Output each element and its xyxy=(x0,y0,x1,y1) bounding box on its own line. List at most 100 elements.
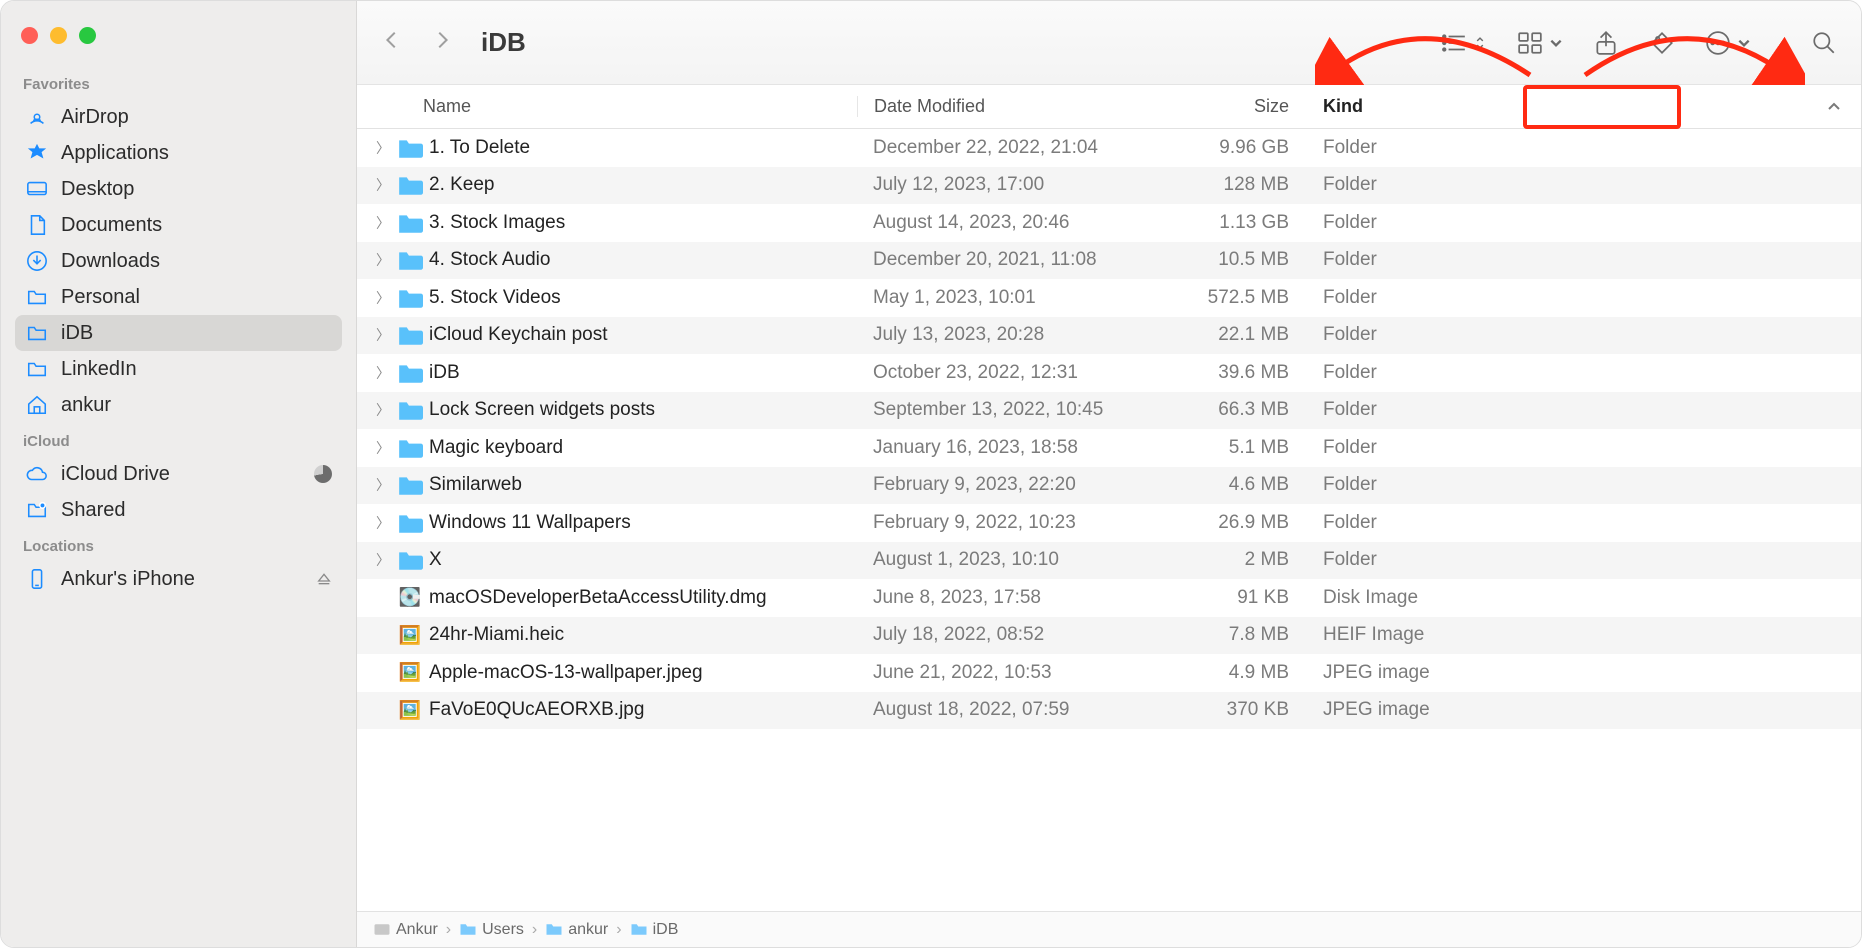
sidebar-item-label: Personal xyxy=(61,286,140,309)
sidebar-item-linkedin[interactable]: LinkedIn xyxy=(15,351,342,387)
folder-icon xyxy=(25,357,49,381)
maximize-button[interactable] xyxy=(79,27,96,44)
disclosure-icon[interactable]: 〉 xyxy=(375,550,391,570)
path-crumb[interactable]: Ankur xyxy=(373,921,438,939)
path-separator: › xyxy=(446,921,451,939)
more-button[interactable] xyxy=(1705,30,1751,56)
folder-icon xyxy=(397,324,423,346)
minimize-button[interactable] xyxy=(50,27,67,44)
file-date: May 1, 2023, 10:01 xyxy=(857,287,1157,309)
file-row[interactable]: 🖼️24hr-Miami.heic July 18, 2022, 08:52 7… xyxy=(357,617,1861,655)
file-list[interactable]: 〉1. To Delete December 22, 2022, 21:04 9… xyxy=(357,129,1861,911)
file-kind: Disk Image xyxy=(1307,587,1861,609)
file-row[interactable]: 〉iCloud Keychain post July 13, 2023, 20:… xyxy=(357,317,1861,355)
disclosure-icon[interactable]: 〉 xyxy=(375,513,391,533)
file-name: Similarweb xyxy=(429,474,522,496)
path-bar: Ankur›Users›ankur›iDB xyxy=(357,911,1861,947)
download-icon xyxy=(25,249,49,273)
column-name[interactable]: Name xyxy=(357,96,857,117)
sidebar-item-shared[interactable]: Shared xyxy=(15,492,342,528)
folder-icon xyxy=(397,249,423,271)
sidebar-item-ankur[interactable]: ankur xyxy=(15,387,342,423)
sidebar-item-airdrop[interactable]: AirDrop xyxy=(15,99,342,135)
iphone-icon xyxy=(25,567,49,591)
sidebar-item-downloads[interactable]: Downloads xyxy=(15,243,342,279)
sidebar-item-personal[interactable]: Personal xyxy=(15,279,342,315)
file-date: July 13, 2023, 20:28 xyxy=(857,324,1157,346)
file-row[interactable]: 〉X August 1, 2023, 10:10 2 MB Folder xyxy=(357,542,1861,580)
disclosure-icon[interactable]: 〉 xyxy=(375,438,391,458)
desktop-icon xyxy=(25,177,49,201)
group-button[interactable] xyxy=(1517,30,1563,56)
file-row[interactable]: 〉1. To Delete December 22, 2022, 21:04 9… xyxy=(357,129,1861,167)
column-kind[interactable]: Kind xyxy=(1307,96,1861,117)
folder-icon xyxy=(397,399,423,421)
disclosure-icon[interactable]: 〉 xyxy=(375,325,391,345)
sidebar-item-idb[interactable]: iDB xyxy=(15,315,342,351)
sidebar-item-label: Desktop xyxy=(61,178,134,201)
main-pane: iDB xyxy=(357,1,1861,947)
path-crumb[interactable]: ankur xyxy=(545,921,608,939)
path-crumb[interactable]: Users xyxy=(459,921,524,939)
path-crumb[interactable]: iDB xyxy=(630,921,679,939)
file-date: February 9, 2022, 10:23 xyxy=(857,512,1157,534)
file-row[interactable]: 〉5. Stock Videos May 1, 2023, 10:01 572.… xyxy=(357,279,1861,317)
file-row[interactable]: 〉Magic keyboard January 16, 2023, 18:58 … xyxy=(357,429,1861,467)
sidebar-item-icloud-drive[interactable]: iCloud Drive xyxy=(15,456,342,492)
sidebar-item-applications[interactable]: Applications xyxy=(15,135,342,171)
file-name: 5. Stock Videos xyxy=(429,287,561,309)
folder-icon xyxy=(397,437,423,459)
sidebar-item-label: Documents xyxy=(61,214,162,237)
close-button[interactable] xyxy=(21,27,38,44)
file-row[interactable]: 〉 Similarweb February 9, 2023, 22:20 4.6 … xyxy=(357,467,1861,505)
file-kind: Folder xyxy=(1307,287,1861,309)
file-kind: Folder xyxy=(1307,324,1861,346)
column-date[interactable]: Date Modified xyxy=(857,96,1157,117)
column-size[interactable]: Size xyxy=(1157,96,1307,117)
file-name: 2. Keep xyxy=(429,174,495,196)
disclosure-icon[interactable]: 〉 xyxy=(375,250,391,270)
cloud-icon xyxy=(25,462,49,486)
view-list-button[interactable] xyxy=(1441,30,1487,56)
sidebar-item-documents[interactable]: Documents xyxy=(15,207,342,243)
sidebar-item-ankur-s-iphone[interactable]: Ankur's iPhone xyxy=(15,561,342,597)
file-row[interactable]: 〉Lock Screen widgets posts September 13,… xyxy=(357,392,1861,430)
file-date: February 9, 2023, 22:20 xyxy=(857,474,1157,496)
eject-icon[interactable] xyxy=(316,571,332,587)
tag-button[interactable] xyxy=(1649,30,1675,56)
disclosure-icon[interactable]: 〉 xyxy=(375,175,391,195)
file-size: 4.6 MB xyxy=(1157,474,1307,496)
file-row[interactable]: 〉2. Keep July 12, 2023, 17:00 128 MB Fol… xyxy=(357,167,1861,205)
disclosure-icon[interactable]: 〉 xyxy=(375,363,391,383)
search-button[interactable] xyxy=(1811,30,1837,56)
file-kind: Folder xyxy=(1307,212,1861,234)
back-button[interactable] xyxy=(381,29,403,57)
disclosure-icon[interactable]: 〉 xyxy=(375,213,391,233)
file-size: 9.96 GB xyxy=(1157,137,1307,159)
file-row[interactable]: 〉4. Stock Audio December 20, 2021, 11:08… xyxy=(357,242,1861,280)
share-button[interactable] xyxy=(1593,30,1619,56)
file-name: 4. Stock Audio xyxy=(429,249,550,271)
file-row[interactable]: 〉iDB October 23, 2022, 12:31 39.6 MB Fol… xyxy=(357,354,1861,392)
file-row[interactable]: 〉Windows 11 Wallpapers February 9, 2022,… xyxy=(357,504,1861,542)
folder-icon xyxy=(397,212,423,234)
folder-icon xyxy=(545,922,563,938)
sidebar-item-label: Shared xyxy=(61,499,126,522)
sidebar-item-label: iDB xyxy=(61,322,93,345)
apps-icon xyxy=(25,141,49,165)
file-date: June 21, 2022, 10:53 xyxy=(857,662,1157,684)
sidebar-item-desktop[interactable]: Desktop xyxy=(15,171,342,207)
disclosure-icon[interactable]: 〉 xyxy=(375,138,391,158)
file-date: July 18, 2022, 08:52 xyxy=(857,624,1157,646)
file-row[interactable]: 💽macOSDeveloperBetaAccessUtility.dmg Jun… xyxy=(357,579,1861,617)
disclosure-icon[interactable]: 〉 xyxy=(375,288,391,308)
disclosure-icon[interactable]: 〉 xyxy=(375,475,391,495)
finder-window: Favorites AirDrop Applications Desktop D… xyxy=(0,0,1862,948)
file-row[interactable]: 🖼️FaVoE0QUcAEORXB.jpg August 18, 2022, 0… xyxy=(357,692,1861,730)
file-kind: Folder xyxy=(1307,549,1861,571)
file-date: September 13, 2022, 10:45 xyxy=(857,399,1157,421)
file-row[interactable]: 🖼️Apple-macOS-13-wallpaper.jpeg June 21,… xyxy=(357,654,1861,692)
forward-button[interactable] xyxy=(431,29,453,57)
disclosure-icon[interactable]: 〉 xyxy=(375,400,391,420)
file-row[interactable]: 〉3. Stock Images August 14, 2023, 20:46 … xyxy=(357,204,1861,242)
